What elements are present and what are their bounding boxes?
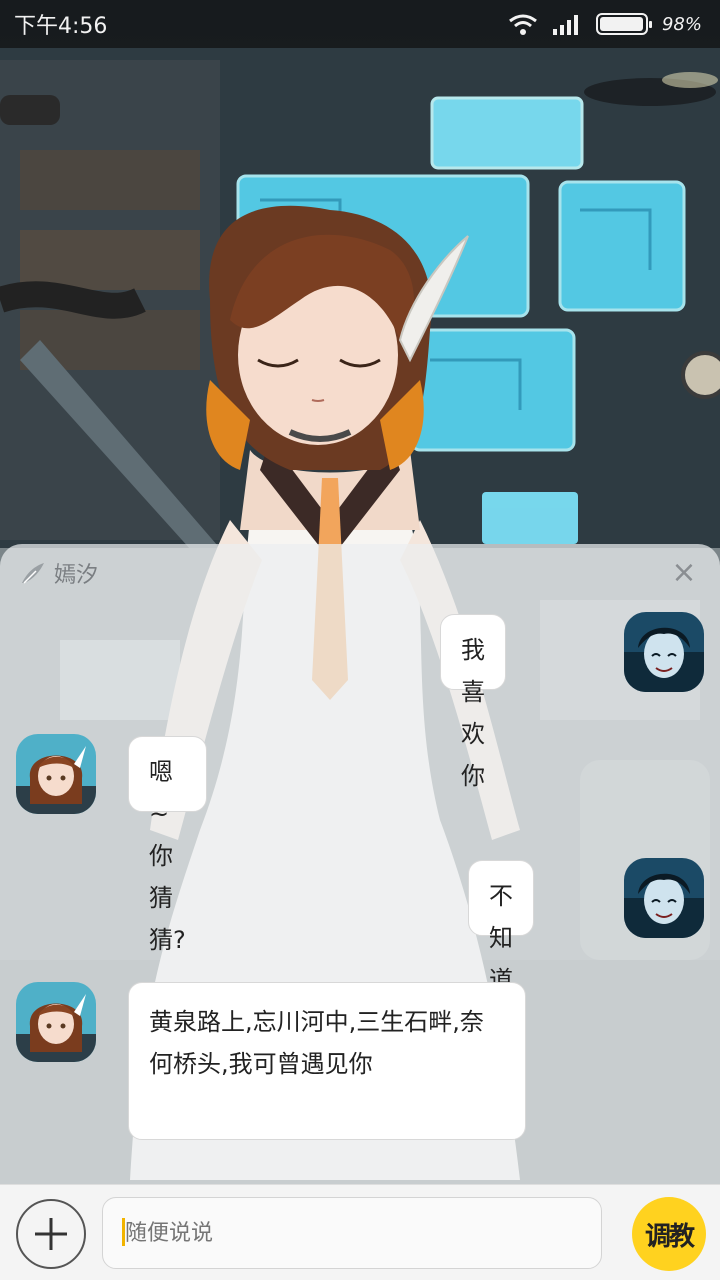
battery-percentage: 98%: [661, 13, 702, 35]
status-icons: 98%: [508, 13, 702, 35]
text-caret: [122, 1218, 125, 1246]
status-time: 下午4:56: [14, 14, 108, 39]
wifi-icon: [509, 14, 537, 35]
message-bubble: 嗯~你猜猜?: [128, 736, 207, 954]
plus-icon: [35, 1218, 67, 1250]
contact-name: 嫣汐: [54, 563, 99, 588]
message-input[interactable]: [102, 1197, 602, 1269]
train-button[interactable]: 调教: [632, 1197, 706, 1271]
user-avatar[interactable]: [624, 612, 704, 692]
input-bar: 调教: [0, 1184, 720, 1280]
chat-panel: 嫣汐 × 我喜欢你 嗯~你猜猜? 不知道 黄泉路上,忘川河中,三生石畔,奈何桥头…: [0, 544, 720, 1184]
battery-icon: [595, 13, 652, 35]
bot-avatar[interactable]: [16, 734, 96, 814]
add-button[interactable]: [16, 1199, 86, 1269]
message-bubble: 不知道: [468, 860, 534, 994]
message-bubble: 我喜欢你: [440, 614, 506, 790]
chat-header: 嫣汐: [20, 558, 98, 588]
feather-icon: [22, 563, 44, 584]
battery-level: [599, 17, 644, 31]
close-button[interactable]: ×: [670, 558, 698, 588]
message-bubble: 黄泉路上,忘川河中,三生石畔,奈何桥头,我可曾遇见你: [128, 982, 526, 1140]
user-avatar[interactable]: [624, 858, 704, 938]
bot-avatar[interactable]: [16, 982, 96, 1062]
status-bar: 下午4:56 98%: [0, 0, 720, 48]
signal-icon: [552, 15, 578, 35]
